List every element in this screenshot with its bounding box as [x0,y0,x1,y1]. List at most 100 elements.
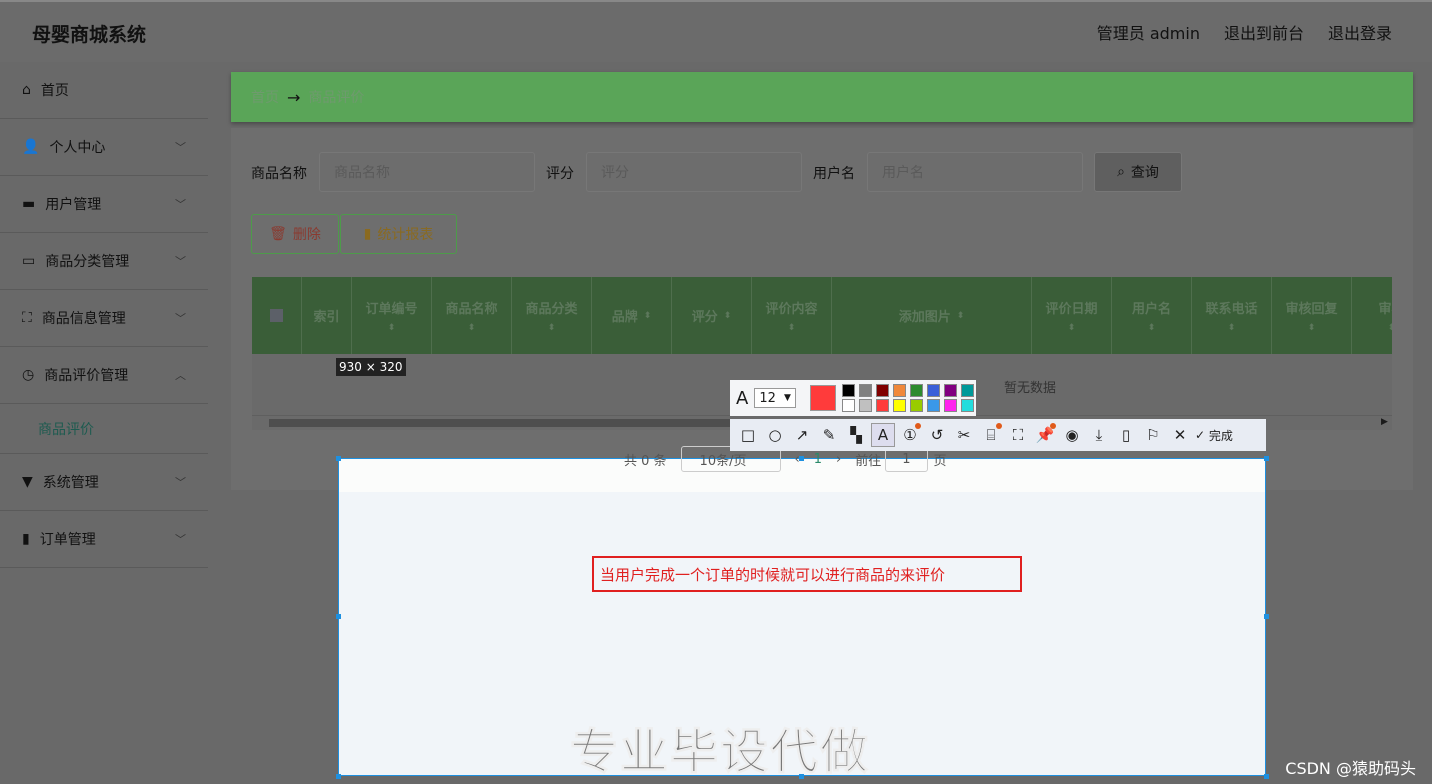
column-header[interactable]: 用户名 ⬍ [1112,277,1192,354]
rectangle-tool-icon[interactable]: □ [736,423,760,447]
name-label: 商品名称 [251,166,307,182]
color-swatch[interactable] [927,399,940,412]
color-swatch[interactable] [910,384,923,397]
current-color-swatch[interactable] [809,385,836,411]
pin-icon[interactable]: 📌 [1033,423,1057,447]
color-swatch[interactable] [961,384,974,397]
resize-handle[interactable] [336,774,341,779]
query-button[interactable]: ⌕ 查询 [1094,152,1182,192]
sidebar-item-profile[interactable]: 👤 个人中心 ﹀ [0,119,208,176]
download-icon[interactable]: ⤓ [1087,423,1111,447]
sidebar-item-label: 首页 [40,83,69,99]
column-header[interactable]: 审核 ⬍ [1352,277,1392,354]
sort-icon[interactable]: ⬍ [468,323,476,333]
annotation-text-box[interactable]: 当用户完成一个订单的时候就可以进行商品的来评价 [592,556,1022,592]
color-swatch[interactable] [842,384,855,397]
pencil-tool-icon[interactable]: ✎ [817,423,841,447]
column-header[interactable]: 审核回复 ⬍ [1272,277,1352,354]
exit-to-frontend-link[interactable]: 退出到前台 [1224,20,1304,44]
color-swatch[interactable] [842,399,855,412]
sidebar-item-system[interactable]: ▼ 系统管理 ﹀ [0,454,208,511]
color-swatch[interactable] [893,399,906,412]
column-header[interactable]: 订单编号 ⬍ [352,277,432,354]
color-swatch[interactable] [910,399,923,412]
number-tool-icon[interactable]: ① [898,423,922,447]
chat-icon: ▭ [22,253,36,269]
name-input[interactable]: 商品名称 [319,152,535,192]
user-input[interactable]: 用户名 [867,152,1083,192]
sort-icon[interactable]: ⬍ [1228,323,1236,333]
next-page-icon[interactable]: › [836,452,841,467]
sidebar-item-category[interactable]: ▭ 商品分类管理 ﹀ [0,233,208,290]
record-icon[interactable]: ◉ [1060,423,1084,447]
mosaic-tool-icon[interactable]: ▚ [844,423,868,447]
undo-icon[interactable]: ↺ [925,423,949,447]
color-swatch[interactable] [944,399,957,412]
text-tool-icon[interactable]: A [871,423,895,447]
sidebar-item-home[interactable]: ⌂ 首页 [0,62,208,119]
translate-icon[interactable]: ⌸ [979,423,1003,447]
column-header[interactable]: 评分 ⬍ [672,277,752,354]
annotation-toolbar: □ ○ ↗ ✎ ▚ A ① ↺ ✂ ⌸ ⛶ 📌 ◉ ⤓ ▯ ⚐ ✕ ✓ 完成 [730,419,1266,451]
arrow-icon: → [287,87,301,107]
resize-handle[interactable] [336,456,341,461]
column-header[interactable]: 品牌 ⬍ [592,277,672,354]
resize-handle[interactable] [799,456,804,461]
breadcrumb-home[interactable]: 首页 [251,87,279,107]
sort-icon[interactable]: ⬍ [788,323,796,333]
color-swatch[interactable] [927,384,940,397]
sort-icon[interactable]: ⬍ [1068,323,1076,333]
report-button[interactable]: ▮ 统计报表 [340,214,457,254]
scroll-right-icon[interactable]: ▶ [1381,417,1388,427]
color-swatch[interactable] [876,399,889,412]
sort-icon[interactable]: ⬍ [388,323,396,333]
done-button[interactable]: ✓ 完成 [1195,423,1233,447]
sidebar-subitem-review[interactable]: 商品评价 [0,404,208,454]
font-size-select[interactable]: 12 ▼ [754,388,796,408]
chevron-down-icon: ﹀ [175,141,186,154]
ellipse-tool-icon[interactable]: ○ [763,423,787,447]
resize-handle[interactable] [1264,774,1269,779]
sidebar-item-goods[interactable]: ⛶ 商品信息管理 ﹀ [0,290,208,347]
resize-handle[interactable] [1264,614,1269,619]
sort-icon[interactable]: ⬍ [1148,323,1156,333]
score-input[interactable]: 评分 [586,152,802,192]
table-header: 索引 订单编号 ⬍ 商品名称 ⬍ 商品分类 ⬍ 品牌 ⬍ 评分 ⬍ 评价内容 ⬍ 添加图片 ⬍… [252,277,1392,354]
column-header[interactable]: 商品分类 ⬍ [512,277,592,354]
column-header[interactable]: 评价日期 ⬍ [1032,277,1112,354]
color-swatch[interactable] [893,384,906,397]
color-swatch[interactable] [876,384,889,397]
sort-icon[interactable]: ⬍ [724,311,732,321]
sidebar-item-review[interactable]: ◷ 商品评价管理 ︿ [0,347,208,404]
breadcrumb-current: 商品评价 [308,90,365,106]
sort-icon[interactable]: ⬍ [644,311,652,321]
sort-icon[interactable]: ⬍ [1388,323,1392,333]
column-header[interactable]: 商品名称 ⬍ [432,277,512,354]
logout-link[interactable]: 退出登录 [1328,20,1392,44]
bookmark-icon[interactable]: ⚐ [1141,423,1165,447]
arrow-tool-icon[interactable]: ↗ [790,423,814,447]
sort-icon[interactable]: ⬍ [957,311,965,321]
color-swatch[interactable] [859,384,872,397]
close-icon[interactable]: ✕ [1168,423,1192,447]
select-all-checkbox[interactable] [252,277,302,354]
color-swatch[interactable] [961,399,974,412]
admin-user-link[interactable]: 管理员 admin [1097,20,1200,44]
current-page[interactable]: 1 [814,452,822,467]
sidebar-item-users[interactable]: ▬ 用户管理 ﹀ [0,176,208,233]
cut-icon[interactable]: ✂ [952,423,976,447]
resize-handle[interactable] [336,614,341,619]
column-header[interactable]: 评价内容 ⬍ [752,277,832,354]
resize-handle[interactable] [1264,456,1269,461]
delete-button[interactable]: 🗑 删除 [251,214,339,254]
phone-icon[interactable]: ▯ [1114,423,1138,447]
sort-icon[interactable]: ⬍ [1308,323,1316,333]
sidebar-item-orders[interactable]: ▮ 订单管理 ﹀ [0,511,208,568]
sort-icon[interactable]: ⬍ [548,323,556,333]
color-swatch[interactable] [944,384,957,397]
goto-label: 前往 [855,453,882,469]
column-header[interactable]: 联系电话 ⬍ [1192,277,1272,354]
column-header[interactable]: 添加图片 ⬍ [832,277,1032,354]
ocr-icon[interactable]: ⛶ [1006,423,1030,447]
color-swatch[interactable] [859,399,872,412]
